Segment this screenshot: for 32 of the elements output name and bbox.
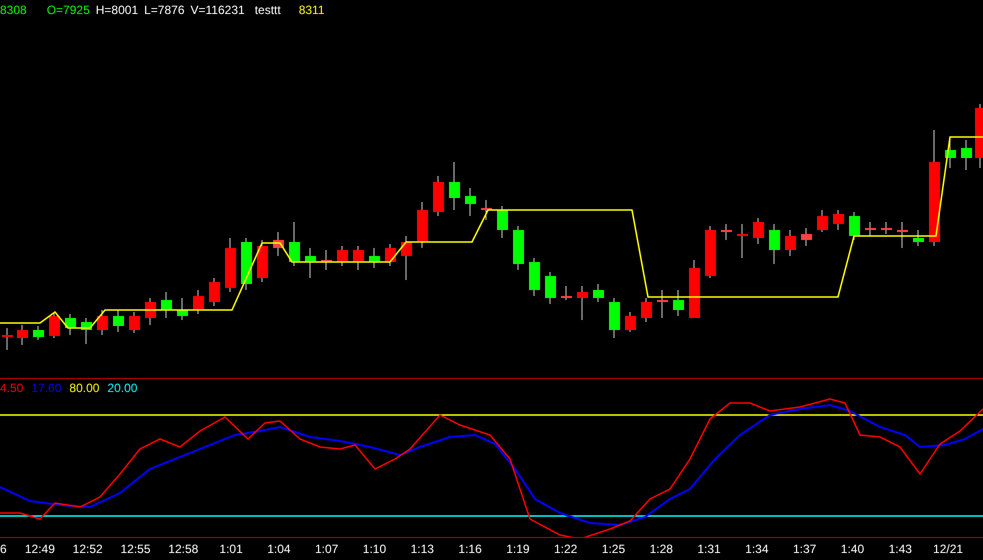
time-label: 1:28 <box>648 541 674 558</box>
time-label: 1:07 <box>314 541 340 558</box>
time-label: 1:25 <box>600 541 626 558</box>
quote-value: L=7876 <box>144 4 185 16</box>
time-label: 12:58 <box>167 541 200 558</box>
time-label: 1:43 <box>888 541 913 558</box>
time-label: 12/21 <box>932 541 964 558</box>
time-label: 1:16 <box>457 541 483 558</box>
time-label: 1:19 <box>505 541 531 558</box>
time-label: 1:01 <box>218 541 244 558</box>
time-label: 6 <box>0 541 8 558</box>
time-label: 1:34 <box>744 541 770 558</box>
time-label: 1:31 <box>696 541 722 558</box>
time-label: 1:10 <box>362 541 388 558</box>
quote-value: 8311 <box>298 4 325 16</box>
time-label: 12:55 <box>119 541 152 558</box>
indicator-value: 20.00 <box>107 380 138 396</box>
quote-value: 8308 <box>0 4 27 16</box>
time-label: 1:22 <box>552 541 578 558</box>
indicator-value: 17.60 <box>31 380 62 396</box>
time-label: 1:37 <box>792 541 818 558</box>
indicator-value: 80.00 <box>69 380 100 396</box>
time-label: 1:40 <box>840 541 866 558</box>
time-label: 12:49 <box>24 541 56 558</box>
time-label: 1:04 <box>266 541 292 558</box>
time-label: 12:52 <box>72 541 104 558</box>
quote-value: O=7925 <box>46 4 90 16</box>
indicator-value: 4.50 <box>0 380 24 396</box>
time-label: 1:13 <box>410 541 435 558</box>
quote-value: testtt <box>254 4 281 16</box>
quote-value: V=116231 <box>190 4 245 16</box>
quote-value: H=8001 <box>96 4 138 16</box>
